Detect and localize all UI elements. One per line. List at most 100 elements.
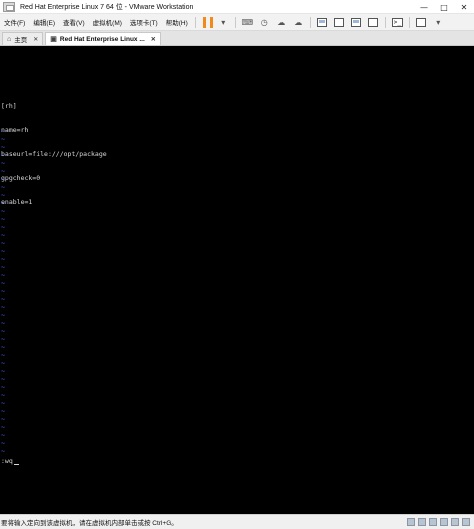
empty-line-marker: ~ [1, 447, 5, 455]
tab-vm-label: Red Hat Enterprise Linux ... [59, 35, 145, 43]
console-line: gpgcheck=0 [1, 174, 41, 182]
menu-tabs[interactable]: 选项卡(T) [126, 17, 162, 27]
empty-line-marker: ~ [1, 231, 5, 239]
empty-line-marker: ~ [1, 191, 5, 199]
toolbar-separator [309, 16, 311, 28]
empty-line-marker: ~ [1, 287, 5, 295]
menu-vm[interactable]: 虚拟机(M) [89, 17, 126, 27]
toolbar-separator [194, 16, 196, 28]
empty-line-marker: ~ [1, 215, 5, 223]
fullscreen-icon[interactable] [350, 16, 363, 29]
empty-line-marker: ~ [1, 223, 5, 231]
window-title: Red Hat Enterprise Linux 7 64 位 - VMware… [20, 3, 194, 11]
empty-line-marker: ~ [1, 335, 5, 343]
empty-line-marker: ~ [1, 175, 5, 183]
menu-view[interactable]: 查看(V) [59, 17, 89, 27]
empty-line-marker: ~ [1, 135, 5, 143]
text-cursor [13, 464, 19, 465]
hard-disk-icon[interactable] [407, 518, 415, 526]
library-icon[interactable] [316, 16, 329, 29]
close-icon[interactable]: ✕ [33, 36, 38, 43]
manage-snapshots-icon[interactable]: ☁ [292, 16, 305, 29]
empty-line-marker: ~ [1, 351, 5, 359]
menu-bar: 文件(F) 编辑(E) 查看(V) 虚拟机(M) 选项卡(T) 帮助(H) ▾ … [0, 14, 474, 31]
close-icon[interactable]: ✕ [454, 0, 474, 14]
empty-line-marker: ~ [1, 391, 5, 399]
close-icon[interactable]: ✕ [151, 36, 156, 43]
chevron-down-icon[interactable]: ▾ [217, 16, 230, 29]
empty-line-marker: ~ [1, 247, 5, 255]
unity-icon[interactable] [367, 16, 380, 29]
maximize-icon[interactable]: □ [434, 0, 454, 14]
empty-line-marker: ~ [1, 167, 5, 175]
empty-line-marker: ~ [1, 279, 5, 287]
empty-line-marker: ~ [1, 359, 5, 367]
menu-help[interactable]: 帮助(H) [162, 17, 192, 27]
empty-line-marker: ~ [1, 303, 5, 311]
empty-line-marker: ~ [1, 151, 5, 159]
single-window-icon[interactable] [333, 16, 346, 29]
console-line: name=rh [1, 126, 29, 134]
empty-line-marker: ~ [1, 439, 5, 447]
menu-edit[interactable]: 编辑(E) [29, 17, 59, 27]
empty-line-marker: ~ [1, 263, 5, 271]
empty-line-marker: ~ [1, 407, 5, 415]
vm-icon: ▣ [50, 36, 57, 43]
empty-line-marker: ~ [1, 143, 5, 151]
empty-line-marker: ~ [1, 271, 5, 279]
stretch-icon[interactable] [415, 16, 428, 29]
device-status-icons [404, 518, 470, 526]
console-line: enable=1 [1, 198, 33, 206]
status-bar: 要将输入定向到该虚拟机，请在虚拟机内部单击或按 Ctrl+G。 [0, 514, 474, 529]
empty-line-marker: ~ [1, 415, 5, 423]
vmware-window: Red Hat Enterprise Linux 7 64 位 - VMware… [0, 0, 474, 529]
console-view-icon[interactable]: >_ [391, 16, 404, 29]
empty-line-marker: ~ [1, 255, 5, 263]
empty-line-marker: ~ [1, 431, 5, 439]
empty-line-marker: ~ [1, 319, 5, 327]
empty-line-marker: ~ [1, 383, 5, 391]
window-controls: — □ ✕ [414, 0, 474, 14]
toolbar-separator [408, 16, 410, 28]
empty-line-marker: ~ [1, 127, 5, 135]
empty-line-marker: ~ [1, 375, 5, 383]
command-text: :wq [1, 457, 13, 465]
tab-bar: ⌂ 主页 ✕ ▣ Red Hat Enterprise Linux ... ✕ [0, 31, 474, 46]
console-line: [rh] [1, 102, 17, 110]
file-content: [rh] name=rh baseurl=file:///opt/package… [1, 86, 107, 222]
toolbar-separator [384, 16, 386, 28]
send-keys-icon[interactable]: ⌨ [241, 16, 254, 29]
sound-icon[interactable] [451, 518, 459, 526]
snapshot-icon[interactable]: ◷ [258, 16, 271, 29]
tab-home[interactable]: ⌂ 主页 ✕ [2, 32, 44, 45]
display-icon[interactable] [462, 518, 470, 526]
status-message: 要将输入定向到该虚拟机，请在虚拟机内部单击或按 Ctrl+G。 [1, 520, 178, 527]
empty-line-marker: ~ [1, 183, 5, 191]
empty-line-marker: ~ [1, 367, 5, 375]
cd-rom-icon[interactable] [418, 518, 426, 526]
tab-vm[interactable]: ▣ Red Hat Enterprise Linux ... ✕ [45, 32, 161, 45]
vmware-app-icon [3, 1, 15, 12]
home-icon: ⌂ [7, 35, 12, 43]
empty-line-marker: ~ [1, 159, 5, 167]
empty-line-marker: ~ [1, 207, 5, 215]
network-icon[interactable] [429, 518, 437, 526]
vm-console[interactable]: [rh] name=rh baseurl=file:///opt/package… [0, 46, 474, 514]
empty-line-marker: ~ [1, 327, 5, 335]
chevron-down-icon[interactable]: ▾ [432, 16, 445, 29]
empty-line-marker: ~ [1, 423, 5, 431]
tab-home-label: 主页 [14, 37, 28, 44]
menu-file[interactable]: 文件(F) [0, 17, 29, 27]
pause-icon[interactable] [202, 16, 213, 28]
empty-line-marker: ~ [1, 295, 5, 303]
empty-line-marker: ~ [1, 399, 5, 407]
revert-snapshot-icon[interactable]: ☁ [275, 16, 288, 29]
title-bar: Red Hat Enterprise Linux 7 64 位 - VMware… [0, 0, 474, 14]
vim-command-line: :wq [1, 457, 19, 465]
console-line: baseurl=file:///opt/package [1, 150, 107, 158]
empty-line-marker: ~ [1, 199, 5, 207]
empty-line-marker: ~ [1, 239, 5, 247]
minimize-icon[interactable]: — [414, 0, 434, 14]
empty-line-marker: ~ [1, 311, 5, 319]
usb-icon[interactable] [440, 518, 448, 526]
